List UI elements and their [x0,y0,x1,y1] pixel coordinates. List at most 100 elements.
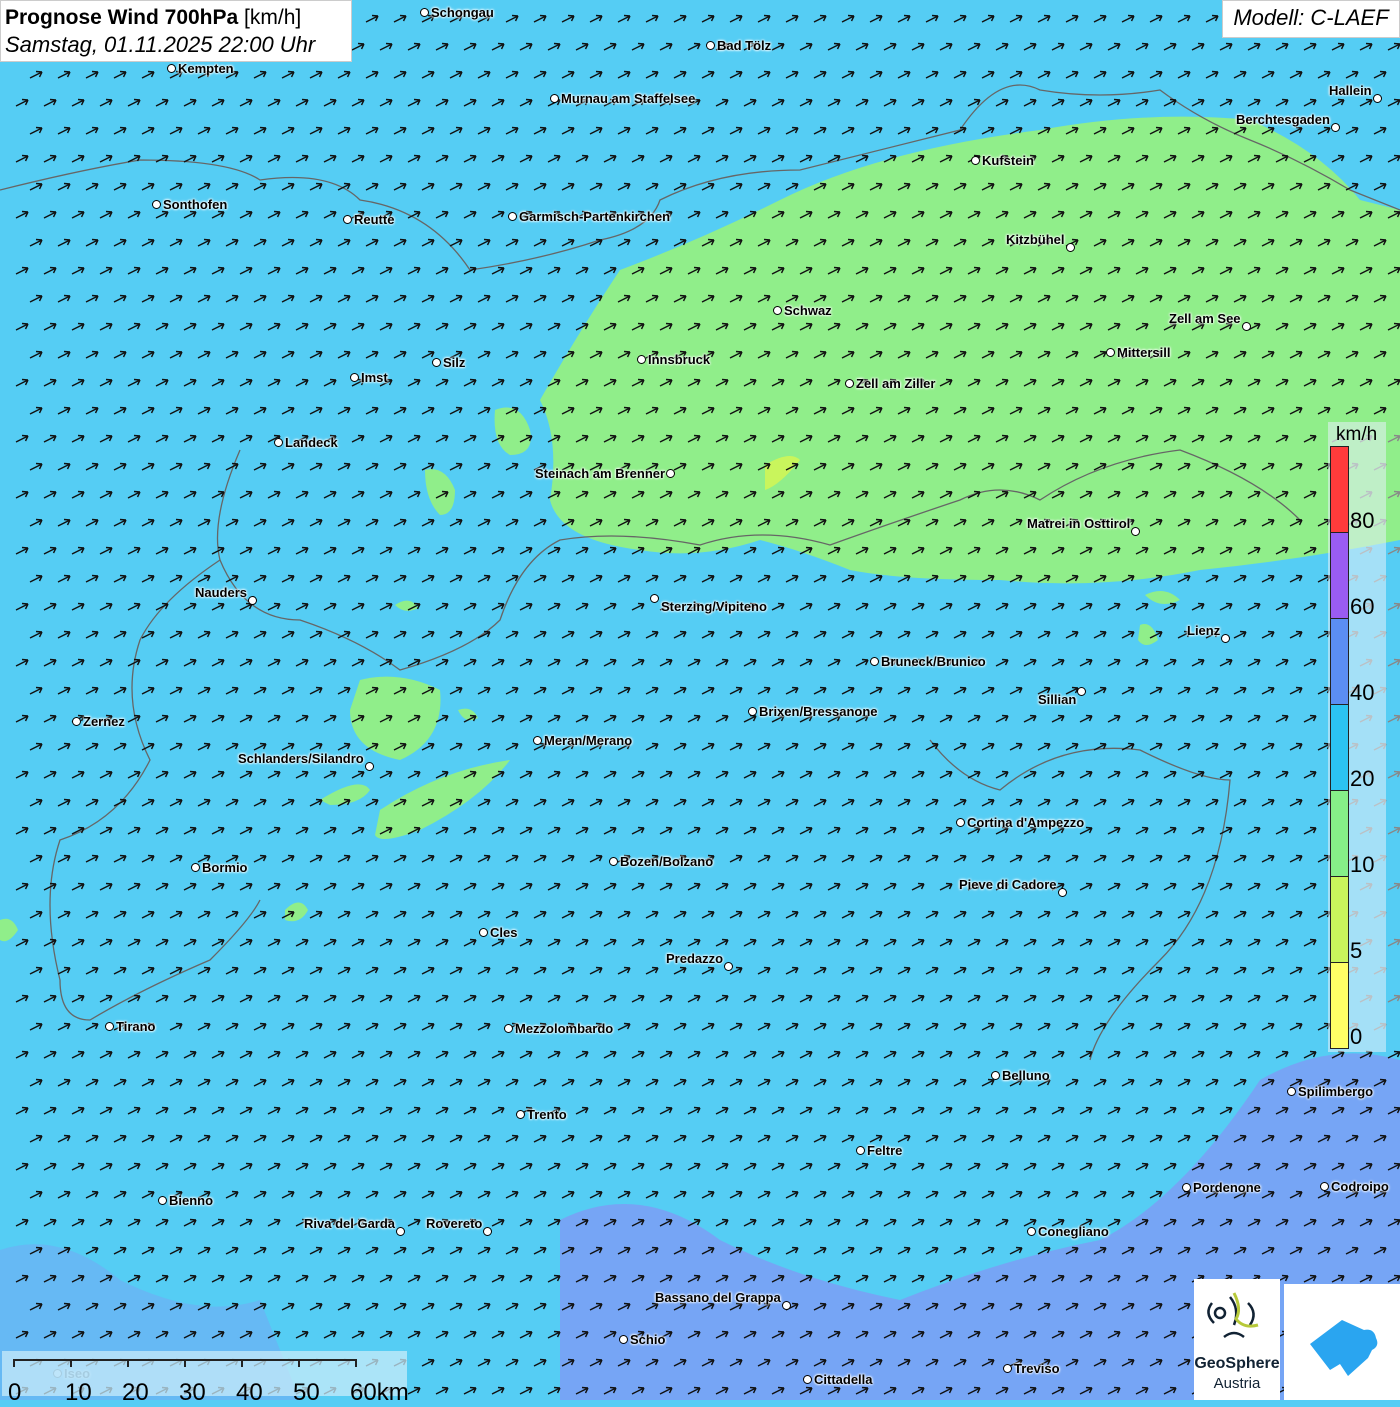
city-label: Landeck [285,435,338,450]
city-label: Sillian [1038,692,1077,707]
city-marker-icon [550,94,559,103]
city-label: Pordenone [1193,1180,1261,1195]
city-marker-icon [1077,687,1086,696]
city-label: Codroipo [1331,1179,1389,1194]
city-label: Conegliano [1038,1224,1109,1239]
city-label: Spilimbergo [1298,1084,1374,1099]
city-label: Hallein [1329,83,1372,98]
city-label: Treviso [1014,1361,1060,1376]
city-label: Reutte [354,212,395,227]
city-marker-icon [350,373,359,382]
city-marker-icon [396,1227,405,1236]
city-marker-icon [516,1110,525,1119]
city-marker-icon [533,736,542,745]
scale-tick [70,1359,72,1367]
city-label: Kempten [178,61,234,76]
scale-label: 0 [8,1379,22,1406]
city-marker-icon [971,156,980,165]
city-label: Bruneck/Brunico [881,654,986,669]
scale-label: 10 [65,1379,92,1406]
scale-tick [127,1359,129,1367]
city-marker-icon [191,863,200,872]
city-label: Imst [361,370,388,385]
city-label: Murnau am Staffelsee [561,91,696,106]
city-label: Silz [443,355,466,370]
city-marker-icon [105,1022,114,1031]
city-marker-icon [706,41,715,50]
city-marker-icon [1331,123,1340,132]
city-marker-icon [991,1071,1000,1080]
city-label: Trento [527,1107,567,1122]
city-marker-icon [274,438,283,447]
city-marker-icon [1182,1183,1191,1192]
legend-swatch [1330,790,1349,877]
geosphere-country: Austria [1213,1375,1261,1392]
city-label: Brixen/Bressanone [759,704,878,719]
legend-swatch [1330,532,1349,619]
city-marker-icon [666,469,675,478]
city-marker-icon [72,717,81,726]
legend-label: 60 [1350,594,1375,619]
city-marker-icon [343,215,352,224]
scale-label: 40 [236,1379,263,1406]
city-marker-icon [152,200,161,209]
city-label: Cortina d'Ampezzo [967,815,1085,830]
map-unit: [km/h] [244,6,302,29]
city-label: Riva del Garda [304,1216,396,1231]
scale-label: 60km [350,1379,409,1406]
city-marker-icon [1027,1227,1036,1236]
city-label: Schlanders/Silandro [238,751,364,766]
city-label: Feltre [867,1143,903,1158]
legend-unit: km/h [1336,424,1378,445]
legend-label: 5 [1350,938,1363,963]
scale-tick [241,1359,243,1367]
scale-label: 50 [293,1379,320,1406]
city-marker-icon [420,8,429,17]
city-label: Bienno [169,1193,214,1208]
city-marker-icon [619,1335,628,1344]
city-label: Cles [490,925,518,940]
city-label: Bormio [202,860,248,875]
city-label: Schio [630,1332,666,1347]
city-label: Nauders [195,585,248,600]
city-marker-icon [845,379,854,388]
city-label: Mittersill [1117,345,1171,360]
city-marker-icon [1242,322,1251,331]
city-label: Bassano del Grappa [655,1290,781,1305]
scale-tick [298,1359,300,1367]
city-marker-icon [479,928,488,937]
title-panel: Prognose Wind 700hPa [km/h] Samstag, 01.… [0,0,352,62]
legend-swatch [1330,704,1349,791]
city-label: Meran/Merano [544,733,633,748]
city-marker-icon [637,355,646,364]
city-label: Mezzolombardo [515,1021,614,1036]
legend-swatch [1330,446,1349,533]
city-marker-icon [870,657,879,666]
city-label: Steinach am Brenner [535,466,666,481]
city-marker-icon [158,1196,167,1205]
legend-label: 40 [1350,680,1375,705]
partner-logo [1284,1284,1400,1400]
city-marker-icon [773,306,782,315]
city-marker-icon [803,1375,812,1384]
scale-tick [184,1359,186,1367]
city-label: Lienz [1187,623,1221,638]
forecast-time: Samstag, 01.11.2025 22:00 Uhr [5,32,316,57]
city-marker-icon [432,358,441,367]
city-label: Bad Tölz [717,38,772,53]
city-label: Predazzo [666,951,724,966]
scale-bar: 0 10 20 30 40 50 60km [2,1351,409,1406]
city-marker-icon [483,1227,492,1236]
scale-tick [355,1359,357,1367]
city-marker-icon [1221,634,1230,643]
mountain-cloud-icon [1310,1320,1378,1376]
city-label: Kufstein [982,153,1034,168]
city-marker-icon [609,857,618,866]
model-label: Modell: C-LAEF [1222,0,1400,38]
city-marker-icon [1373,94,1382,103]
city-label: Kitzbühel [1006,232,1065,247]
city-marker-icon [365,762,374,771]
city-label: Schongau [431,5,494,20]
legend-swatch [1330,962,1349,1049]
city-label: Sonthofen [163,197,228,212]
